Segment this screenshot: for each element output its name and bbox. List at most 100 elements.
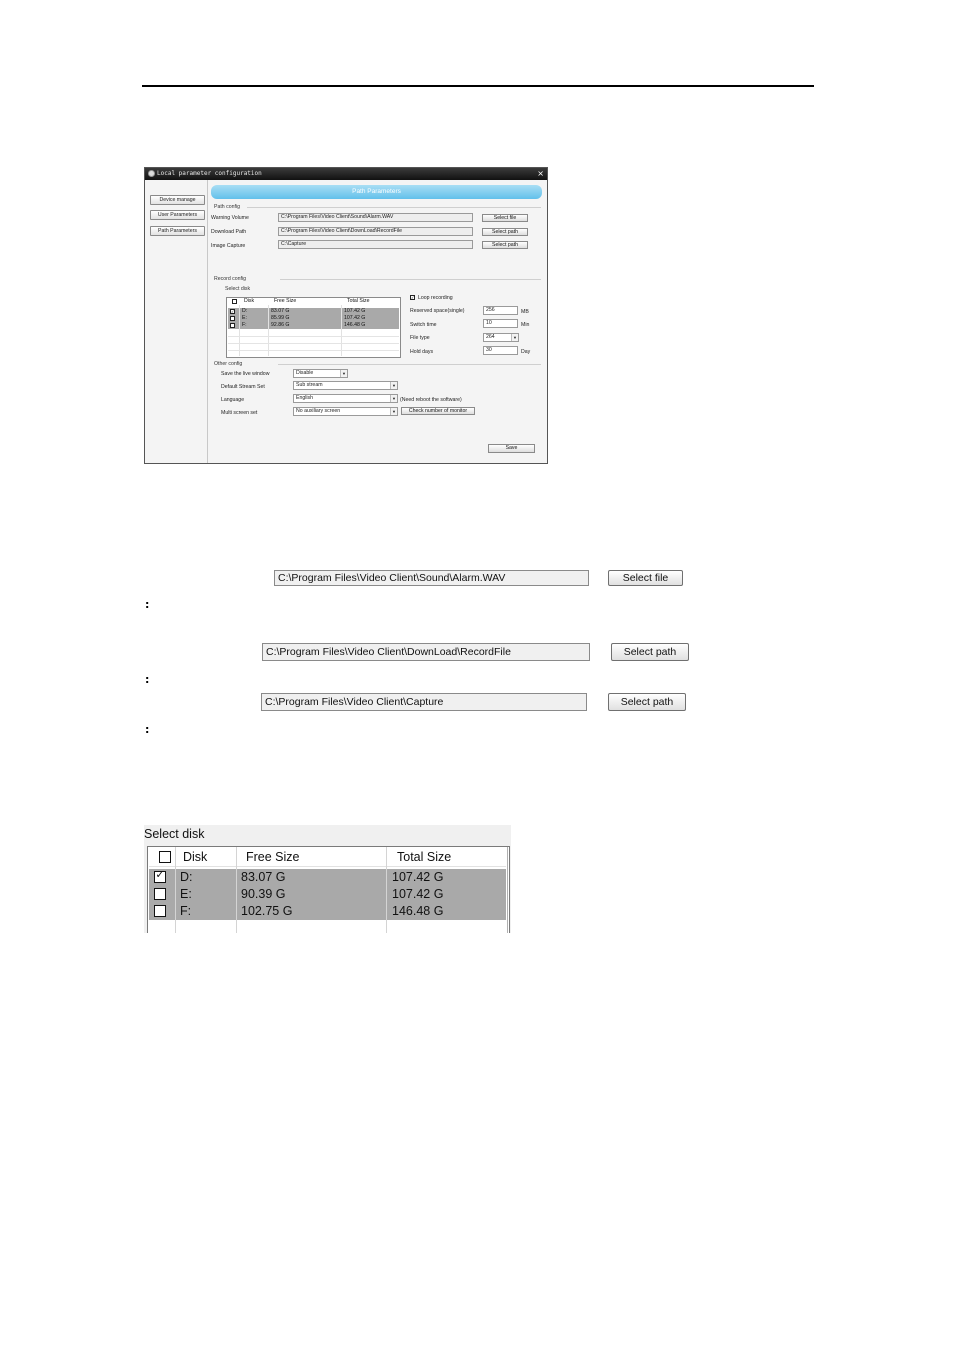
app-icon bbox=[148, 170, 155, 177]
mini-disk-free: 85.99 G bbox=[271, 315, 290, 321]
sidebar-divider bbox=[207, 180, 208, 463]
header-divider bbox=[149, 866, 506, 867]
path-config-divider bbox=[247, 207, 541, 208]
disk-checkbox-f[interactable] bbox=[154, 905, 166, 917]
mini-disk-row[interactable]: E: 85.99 G 107.42 G bbox=[228, 315, 399, 322]
mini-grid-line bbox=[341, 305, 342, 356]
mini-disk-header-row: Disk Free Size Total Size bbox=[228, 298, 399, 305]
warning-volume-select-file-button[interactable]: Select file bbox=[482, 214, 528, 222]
disk-total-size: 107.42 G bbox=[392, 887, 444, 901]
disk-free-size: 102.75 G bbox=[241, 904, 293, 918]
mini-grid-line bbox=[228, 336, 399, 337]
sidebar-path-parameters-button[interactable]: Path Parameters bbox=[150, 226, 205, 236]
column-divider bbox=[236, 847, 237, 933]
check-monitor-button[interactable]: Check number of monitor bbox=[401, 407, 475, 415]
mini-total-size-header: Total Size bbox=[347, 298, 370, 304]
table-right-edge bbox=[507, 847, 508, 933]
mini-grid-line bbox=[268, 305, 269, 356]
download-path-select-path-button[interactable]: Select path bbox=[482, 228, 528, 236]
language-label: Language bbox=[221, 397, 245, 403]
section-banner: Path Parameters bbox=[211, 185, 542, 199]
switch-time-label: Switch time bbox=[410, 322, 437, 328]
local-parameter-dialog: Local parameter configuration × Device m… bbox=[144, 167, 548, 464]
loop-recording-checkbox[interactable]: ✓ bbox=[410, 295, 415, 300]
record-config-divider bbox=[280, 279, 541, 280]
reserved-space-unit: MB bbox=[521, 309, 529, 315]
check-icon: ✓ bbox=[155, 868, 165, 881]
image-capture-field[interactable]: C:\Capture bbox=[278, 240, 473, 249]
default-stream-label: Default Stream Set bbox=[221, 384, 265, 390]
mini-disk-free: 83.07 G bbox=[271, 308, 290, 314]
mini-grid-line bbox=[239, 305, 240, 356]
select-disk-label: Select disk bbox=[225, 286, 251, 292]
save-live-window-select[interactable]: Disable ▼ bbox=[293, 369, 348, 378]
download-path-field[interactable]: C:\Program Files\Video Client\DownLoad\R… bbox=[278, 227, 473, 236]
chevron-down-icon: ▼ bbox=[390, 395, 397, 402]
disk-checkbox-e[interactable] bbox=[154, 888, 166, 900]
loop-recording-label: Loop recording bbox=[418, 295, 453, 301]
download-path-label: Download Path bbox=[211, 229, 247, 235]
save-button[interactable]: Save bbox=[488, 444, 535, 453]
switch-time-input[interactable]: 10 bbox=[483, 319, 518, 328]
mini-disk-checkbox-d[interactable]: ✓ bbox=[230, 309, 235, 314]
disk-total-size: 146.48 G bbox=[392, 904, 444, 918]
record-file-path-field[interactable]: C:\Program Files\Video Client\DownLoad\R… bbox=[262, 643, 590, 661]
file-type-value: 264 bbox=[486, 334, 495, 340]
disk-name: E: bbox=[180, 887, 192, 901]
default-stream-select[interactable]: Sub stream ▼ bbox=[293, 381, 398, 390]
mini-disk-row[interactable]: F: 92.86 G 146.48 G bbox=[228, 322, 399, 329]
language-select[interactable]: English ▼ bbox=[293, 394, 398, 403]
column-divider bbox=[175, 847, 176, 933]
disk-row[interactable]: F: 102.75 G 146.48 G bbox=[149, 903, 506, 920]
mini-grid-line bbox=[228, 343, 399, 344]
disk-row[interactable]: E: 90.39 G 107.42 G bbox=[149, 886, 506, 903]
multi-screen-select[interactable]: No auxiliary screen ▼ bbox=[293, 407, 398, 416]
disk-row[interactable]: ✓ D: 83.07 G 107.42 G bbox=[149, 868, 506, 886]
other-config-label: Other config bbox=[214, 361, 243, 367]
mini-disk-checkbox-e[interactable] bbox=[230, 316, 235, 321]
mini-select-all-checkbox[interactable] bbox=[232, 299, 237, 304]
disk-checkbox-d[interactable]: ✓ bbox=[154, 868, 166, 883]
save-live-window-value: Disable bbox=[296, 370, 314, 376]
select-path-button[interactable]: Select path bbox=[608, 693, 686, 711]
mini-disk-row[interactable]: ✓ D: 83.07 G 107.42 G bbox=[228, 308, 399, 315]
select-file-button[interactable]: Select file bbox=[608, 570, 683, 586]
disk-name: D: bbox=[180, 870, 193, 884]
colon-marker: : bbox=[145, 723, 150, 736]
colon-marker: : bbox=[145, 598, 150, 611]
mini-disk-checkbox-f[interactable] bbox=[230, 323, 235, 328]
select-path-button[interactable]: Select path bbox=[611, 643, 689, 661]
image-capture-select-path-button[interactable]: Select path bbox=[482, 241, 528, 249]
save-live-window-label: Save the live window bbox=[221, 371, 270, 377]
mini-grid-line bbox=[228, 350, 399, 351]
other-config-divider bbox=[278, 364, 541, 365]
disk-free-size: 90.39 G bbox=[241, 887, 286, 901]
warning-volume-field[interactable]: C:\Program Files\Video Client\Sound\Alar… bbox=[278, 213, 473, 222]
close-icon[interactable]: × bbox=[537, 168, 544, 180]
free-size-column-header: Free Size bbox=[246, 850, 300, 864]
mini-disk-name: E: bbox=[242, 315, 247, 321]
dialog-title-bar: Local parameter configuration × bbox=[145, 168, 547, 180]
language-note: (Need reboot the software) bbox=[400, 397, 462, 403]
chevron-down-icon: ▼ bbox=[340, 370, 347, 377]
hold-days-input[interactable]: 30 bbox=[483, 346, 518, 355]
language-value: English bbox=[296, 395, 314, 401]
column-divider bbox=[386, 847, 387, 933]
mini-disk-free: 92.86 G bbox=[271, 322, 290, 328]
chevron-down-icon: ▼ bbox=[390, 408, 397, 415]
path-config-label: Path config bbox=[214, 204, 240, 210]
select-all-checkbox[interactable] bbox=[159, 851, 171, 863]
mini-free-size-header: Free Size bbox=[274, 298, 297, 304]
file-type-select[interactable]: 264 ▼ bbox=[483, 333, 519, 342]
disk-column-header: Disk bbox=[183, 850, 208, 864]
disk-free-size: 83.07 G bbox=[241, 870, 286, 884]
alarm-path-field[interactable]: C:\Program Files\Video Client\Sound\Alar… bbox=[274, 570, 589, 586]
mini-disk-header: Disk bbox=[244, 298, 255, 304]
hold-days-label: Hold days bbox=[410, 349, 434, 355]
capture-path-field[interactable]: C:\Program Files\Video Client\Capture bbox=[261, 693, 587, 711]
sidebar-device-manage-button[interactable]: Device manage bbox=[150, 195, 205, 205]
colon-marker: : bbox=[145, 673, 150, 686]
sidebar-user-parameters-button[interactable]: User Parameters bbox=[150, 210, 205, 220]
reserved-space-input[interactable]: 256 bbox=[483, 306, 518, 315]
disk-name: F: bbox=[180, 904, 192, 918]
